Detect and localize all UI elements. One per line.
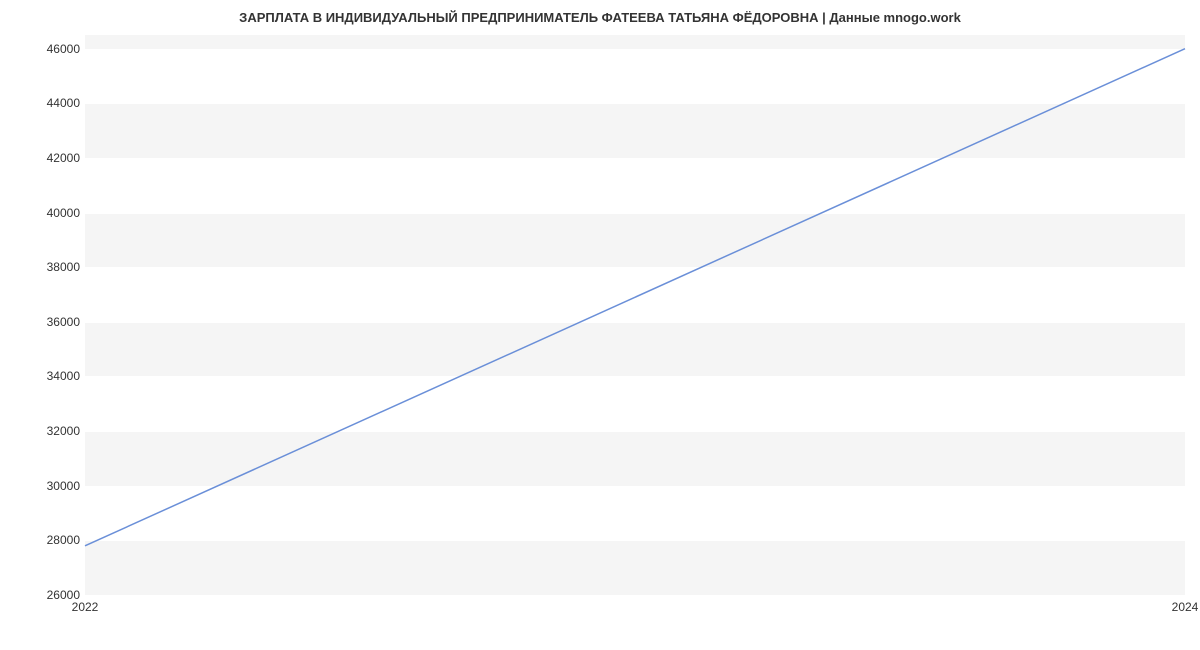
x-tick-label: 2022 <box>72 600 99 614</box>
y-tick-label: 26000 <box>10 588 80 602</box>
line-series <box>85 35 1185 595</box>
y-tick-label: 34000 <box>10 369 80 383</box>
y-tick-label: 30000 <box>10 479 80 493</box>
y-tick-label: 44000 <box>10 96 80 110</box>
gridline <box>85 595 1185 596</box>
y-tick-label: 36000 <box>10 315 80 329</box>
y-tick-label: 32000 <box>10 424 80 438</box>
x-tick-label: 2024 <box>1172 600 1199 614</box>
y-tick-label: 42000 <box>10 151 80 165</box>
y-tick-label: 38000 <box>10 260 80 274</box>
chart-title: ЗАРПЛАТА В ИНДИВИДУАЛЬНЫЙ ПРЕДПРИНИМАТЕЛ… <box>0 10 1200 25</box>
y-tick-label: 46000 <box>10 42 80 56</box>
plot-area <box>85 35 1185 595</box>
y-tick-label: 28000 <box>10 533 80 547</box>
y-tick-label: 40000 <box>10 206 80 220</box>
